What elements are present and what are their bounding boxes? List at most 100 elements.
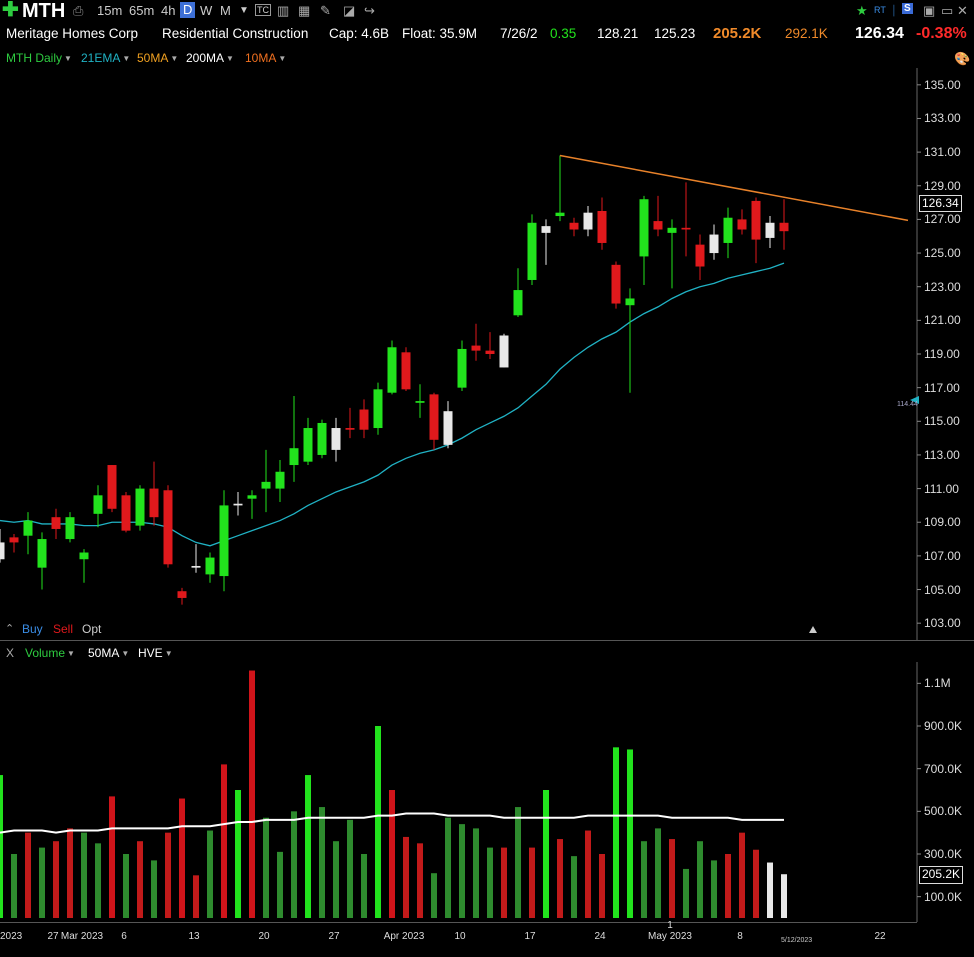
- volume-close-button[interactable]: X: [6, 646, 14, 660]
- timeframe-15m[interactable]: 15m: [97, 3, 122, 18]
- candle-body: [653, 221, 663, 230]
- tc-button[interactable]: TC: [255, 4, 271, 16]
- candle: [303, 417, 313, 466]
- add-symbol-icon[interactable]: ✚: [2, 0, 19, 22]
- candle-body: [387, 347, 397, 393]
- candle-body: [37, 539, 47, 568]
- timeframe-4h[interactable]: 4h: [161, 3, 175, 18]
- rt-signal-icon: ᛁ: [890, 3, 898, 18]
- candle: [597, 197, 607, 250]
- rt-button[interactable]: RT: [874, 5, 886, 15]
- candle: [695, 234, 705, 280]
- candle-body: [205, 557, 215, 575]
- volume-bar: [137, 841, 143, 918]
- x-tick-label: 10: [454, 931, 466, 942]
- candle-body: [611, 264, 621, 304]
- price-chart[interactable]: [0, 68, 974, 640]
- bars-icon[interactable]: ▥: [277, 3, 289, 19]
- chart-label[interactable]: MTH Daily ▼: [6, 51, 72, 65]
- candle-body: [527, 222, 537, 280]
- sell-button[interactable]: Sell: [53, 622, 73, 636]
- candle: [401, 347, 411, 392]
- printer-icon[interactable]: ⎙: [73, 3, 83, 19]
- candle: [219, 490, 229, 592]
- candle: [65, 512, 75, 543]
- candle: [751, 197, 761, 264]
- candle-body: [289, 448, 299, 466]
- candle: [121, 491, 131, 533]
- minimize-icon[interactable]: ▭: [941, 3, 953, 19]
- candle: [275, 459, 285, 503]
- timeframe-daily[interactable]: D: [180, 2, 196, 18]
- timeframe-weekly[interactable]: W: [200, 3, 212, 18]
- candle-body: [177, 591, 187, 598]
- volume-50ma[interactable]: 50MA ▼: [88, 646, 129, 660]
- price-tick-label: 115.00: [924, 414, 960, 429]
- x-tick-label: Mar 2023: [60, 931, 104, 942]
- save-icon[interactable]: ▣: [923, 3, 935, 19]
- price-tick-label: 117.00: [924, 380, 960, 395]
- volume-hve[interactable]: HVE ▼: [138, 646, 173, 660]
- x-tick-label: 17: [524, 931, 536, 942]
- timeframe-dropdown-icon[interactable]: ▼: [239, 5, 249, 16]
- candle-body: [163, 490, 173, 565]
- candle: [723, 207, 733, 259]
- palette-icon[interactable]: 🎨: [954, 51, 970, 67]
- volume-label[interactable]: Volume ▼: [25, 646, 75, 660]
- volume-bar: [739, 832, 745, 918]
- buy-button[interactable]: Buy: [22, 622, 43, 636]
- price-tick-label: 109.00: [924, 515, 961, 530]
- timeframe-65m[interactable]: 65m: [129, 3, 154, 18]
- calculator-icon[interactable]: ▦: [298, 3, 310, 19]
- candle: [387, 340, 397, 395]
- price-tick-label: 127.00: [924, 212, 961, 227]
- volume-bar: [725, 854, 731, 918]
- volume: 205.2K: [713, 25, 762, 42]
- volume-bar: [25, 832, 31, 918]
- volume-bar: [221, 764, 227, 918]
- volume-tick-label: 300.0K: [924, 847, 963, 861]
- volume-bar: [543, 790, 549, 918]
- symbol-name[interactable]: MTH: [22, 0, 65, 23]
- s-button[interactable]: S: [902, 3, 913, 14]
- candle: [541, 219, 551, 265]
- candle: [709, 224, 719, 260]
- star-icon[interactable]: ★: [856, 3, 868, 19]
- price-tick-label: 113.00: [924, 447, 960, 462]
- eraser-icon[interactable]: ◪: [343, 3, 355, 19]
- volume-bar: [333, 841, 339, 918]
- share-icon[interactable]: ↪: [364, 3, 375, 19]
- volume-bar: [403, 836, 409, 918]
- price-tick-label: 105.00: [924, 582, 961, 597]
- price-tick-label: 129.00: [924, 178, 961, 193]
- volume-bar: [627, 749, 633, 918]
- volume-chart[interactable]: [0, 662, 974, 922]
- candle: [317, 419, 327, 459]
- candle-body: [415, 401, 425, 403]
- market-cap: Cap: 4.6B: [329, 26, 390, 41]
- opt-button[interactable]: Opt: [82, 622, 101, 636]
- candle-body: [597, 211, 607, 243]
- candle: [625, 288, 635, 393]
- candle-body: [219, 505, 229, 577]
- timeframe-monthly[interactable]: M: [220, 3, 231, 18]
- volume-bar: [375, 726, 381, 918]
- study-200ma[interactable]: 200MA ▼: [186, 51, 234, 65]
- high: 128.21: [597, 26, 639, 41]
- study-50ma[interactable]: 50MA ▼: [137, 51, 178, 65]
- price-tick-label: 119.00: [924, 347, 960, 361]
- volume-bar: [487, 847, 493, 918]
- last-price-box: 126.34: [919, 195, 962, 212]
- study-10ma[interactable]: 10MA ▼: [245, 51, 286, 65]
- order-collapse-icon[interactable]: ⌃: [5, 622, 14, 635]
- study-21ema[interactable]: 21EMA ▼: [81, 51, 130, 65]
- candle-body: [779, 222, 789, 232]
- candle: [779, 199, 789, 250]
- candle-body: [191, 565, 201, 568]
- scroll-up-icon[interactable]: [809, 626, 817, 633]
- close-icon[interactable]: ✕: [957, 3, 968, 19]
- candle-body: [709, 234, 719, 254]
- candle: [765, 216, 775, 249]
- pencil-icon[interactable]: ✎: [320, 3, 331, 19]
- pane-divider[interactable]: [0, 640, 974, 641]
